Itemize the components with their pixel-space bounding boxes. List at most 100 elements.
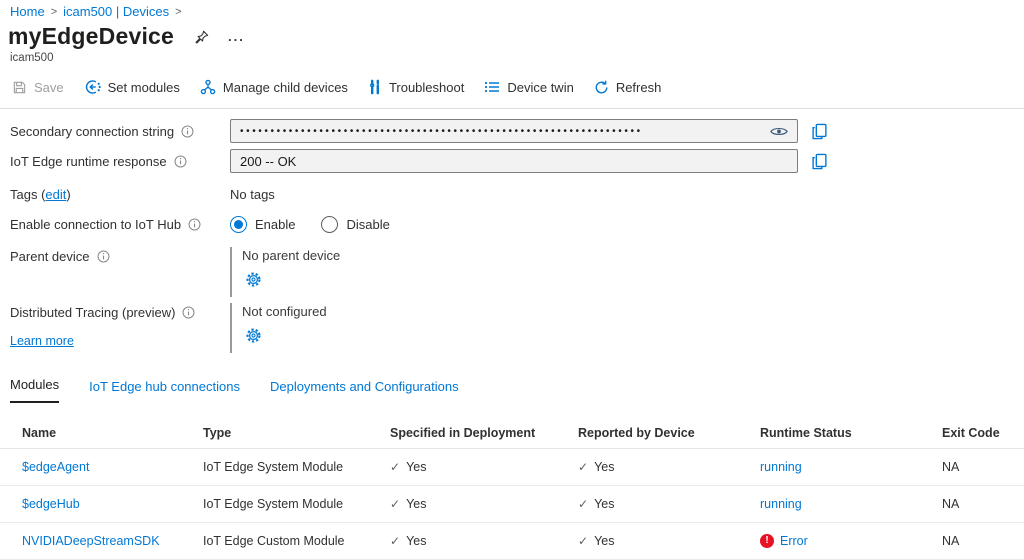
device-properties: Secondary connection string ••••••••••••… bbox=[0, 109, 1024, 353]
radio-enable-label: Enable bbox=[255, 217, 296, 232]
tags-label: Tags (edit) bbox=[10, 187, 71, 202]
info-icon[interactable] bbox=[182, 306, 195, 319]
check-icon: ✓ bbox=[578, 497, 589, 511]
col-header-runtime-status: Runtime Status bbox=[760, 425, 852, 440]
copy-icon[interactable] bbox=[811, 123, 828, 140]
runtime-status-link[interactable]: running bbox=[760, 497, 802, 511]
save-button[interactable]: Save bbox=[12, 80, 74, 95]
list-icon bbox=[484, 80, 500, 94]
radio-disable[interactable]: Disable bbox=[321, 216, 390, 233]
device-detail-page: Home > icam500 | Devices > myEdgeDevice … bbox=[0, 0, 1024, 560]
refresh-button[interactable]: Refresh bbox=[584, 80, 672, 95]
tab-iot-edge-hub-connections[interactable]: IoT Edge hub connections bbox=[89, 375, 240, 403]
pin-icon[interactable] bbox=[194, 29, 210, 45]
radio-disable-label: Disable bbox=[346, 217, 390, 232]
module-type: IoT Edge System Module bbox=[203, 497, 344, 511]
col-header-specified: Specified in Deployment bbox=[390, 425, 536, 440]
check-icon: ✓ bbox=[390, 534, 401, 548]
runtime-response-input[interactable]: 200 -- OK bbox=[230, 149, 798, 173]
command-bar: Save Set modules Manage child devices Tr… bbox=[0, 74, 1024, 100]
masked-connection-string: ••••••••••••••••••••••••••••••••••••••••… bbox=[240, 125, 643, 137]
exit-code-value: NA bbox=[942, 460, 960, 474]
secondary-connection-string-input[interactable]: ••••••••••••••••••••••••••••••••••••••••… bbox=[230, 119, 798, 143]
radio-enable-circle bbox=[230, 216, 247, 233]
parent-device-label: Parent device bbox=[10, 249, 90, 264]
breadcrumb-home-link[interactable]: Home bbox=[10, 4, 45, 19]
refresh-label: Refresh bbox=[615, 79, 662, 95]
specified-value: Yes bbox=[406, 460, 427, 474]
distributed-tracing-value: Not configured bbox=[242, 304, 327, 319]
reveal-eye-icon[interactable] bbox=[770, 126, 788, 137]
reported-value: Yes bbox=[594, 460, 615, 474]
col-header-name: Name bbox=[22, 425, 57, 440]
title-row: myEdgeDevice ... bbox=[0, 23, 1024, 50]
runtime-response-value: 200 -- OK bbox=[240, 153, 297, 169]
col-header-type: Type bbox=[203, 425, 232, 440]
reported-value: Yes bbox=[594, 497, 615, 511]
exit-code-value: NA bbox=[942, 534, 960, 548]
parent-device-config-block: No parent device bbox=[230, 247, 340, 297]
info-icon[interactable] bbox=[97, 250, 110, 263]
module-type: IoT Edge Custom Module bbox=[203, 534, 345, 548]
module-link[interactable]: $edgeAgent bbox=[22, 460, 89, 474]
gear-icon[interactable] bbox=[245, 271, 262, 288]
breadcrumb: Home > icam500 | Devices > bbox=[0, 0, 1024, 19]
modules-table-header: Name Type Specified in Deployment Report… bbox=[0, 417, 1024, 449]
tags-label-prefix: Tags ( bbox=[10, 187, 46, 202]
device-twin-button[interactable]: Device twin bbox=[474, 80, 583, 95]
check-icon: ✓ bbox=[578, 534, 589, 548]
device-twin-label: Device twin bbox=[507, 79, 574, 95]
tags-value: No tags bbox=[230, 187, 275, 202]
check-icon: ✓ bbox=[390, 497, 401, 511]
distributed-tracing-row: Distributed Tracing (preview) Learn more… bbox=[10, 303, 1024, 353]
table-row-nvidiadeepstreamsdk: NVIDIADeepStreamSDK IoT Edge Custom Modu… bbox=[0, 523, 1024, 560]
set-modules-icon bbox=[84, 79, 101, 95]
hierarchy-icon bbox=[200, 79, 216, 95]
parent-device-value: No parent device bbox=[242, 248, 341, 263]
runtime-response-label: IoT Edge runtime response bbox=[10, 153, 167, 169]
page-title: myEdgeDevice bbox=[8, 23, 175, 49]
table-row-edgehub: $edgeHub IoT Edge System Module ✓ Yes ✓ Ye… bbox=[0, 486, 1024, 523]
reported-value: Yes bbox=[594, 534, 615, 548]
set-modules-label: Set modules bbox=[107, 79, 180, 95]
specified-value: Yes bbox=[406, 534, 427, 548]
save-label: Save bbox=[34, 79, 64, 95]
module-link[interactable]: NVIDIADeepStreamSDK bbox=[22, 534, 160, 548]
runtime-status-link[interactable]: running bbox=[760, 460, 802, 474]
more-options-icon[interactable]: ... bbox=[228, 29, 245, 44]
device-subtitle: icam500 bbox=[10, 52, 54, 64]
breadcrumb-separator: > bbox=[175, 5, 182, 18]
manage-child-devices-button[interactable]: Manage child devices bbox=[190, 79, 358, 95]
tab-modules[interactable]: Modules bbox=[10, 373, 60, 403]
runtime-response-row: IoT Edge runtime response 200 -- OK bbox=[10, 149, 1024, 173]
breadcrumb-separator: > bbox=[50, 5, 58, 18]
tab-deployments-and-configurations[interactable]: Deployments and Configurations bbox=[270, 375, 459, 403]
specified-value: Yes bbox=[406, 497, 427, 511]
radio-disable-circle bbox=[321, 216, 339, 233]
runtime-status-link[interactable]: Error bbox=[780, 534, 808, 548]
secondary-connection-string-label: Secondary connection string bbox=[10, 123, 175, 139]
enable-connection-row: Enable connection to IoT Hub Enable Disa… bbox=[10, 216, 1024, 233]
info-icon[interactable] bbox=[174, 155, 187, 168]
tags-label-suffix: ) bbox=[66, 187, 71, 202]
gear-icon[interactable] bbox=[245, 327, 262, 344]
distributed-tracing-label: Distributed Tracing (preview) bbox=[10, 305, 176, 320]
tags-edit-link[interactable]: edit bbox=[45, 187, 66, 202]
troubleshoot-button[interactable]: Troubleshoot bbox=[358, 79, 474, 95]
info-icon[interactable] bbox=[181, 125, 194, 138]
enable-connection-label: Enable connection to IoT Hub bbox=[10, 217, 182, 232]
col-header-exit-code: Exit Code bbox=[942, 425, 1000, 440]
error-icon: ! bbox=[760, 534, 774, 548]
modules-table: Name Type Specified in Deployment Report… bbox=[0, 417, 1024, 560]
set-modules-button[interactable]: Set modules bbox=[74, 79, 190, 95]
copy-icon[interactable] bbox=[811, 153, 828, 170]
info-icon[interactable] bbox=[188, 218, 201, 231]
check-icon: ✓ bbox=[390, 460, 401, 474]
manage-child-devices-label: Manage child devices bbox=[222, 79, 348, 95]
learn-more-link[interactable]: Learn more bbox=[10, 334, 230, 348]
breadcrumb-devices-link[interactable]: icam500 | Devices bbox=[63, 4, 169, 19]
secondary-connection-string-row: Secondary connection string ••••••••••••… bbox=[10, 119, 1024, 143]
radio-enable[interactable]: Enable bbox=[230, 216, 295, 233]
module-link[interactable]: $edgeHub bbox=[22, 497, 80, 511]
enable-connection-radio-group: Enable Disable bbox=[230, 216, 390, 233]
